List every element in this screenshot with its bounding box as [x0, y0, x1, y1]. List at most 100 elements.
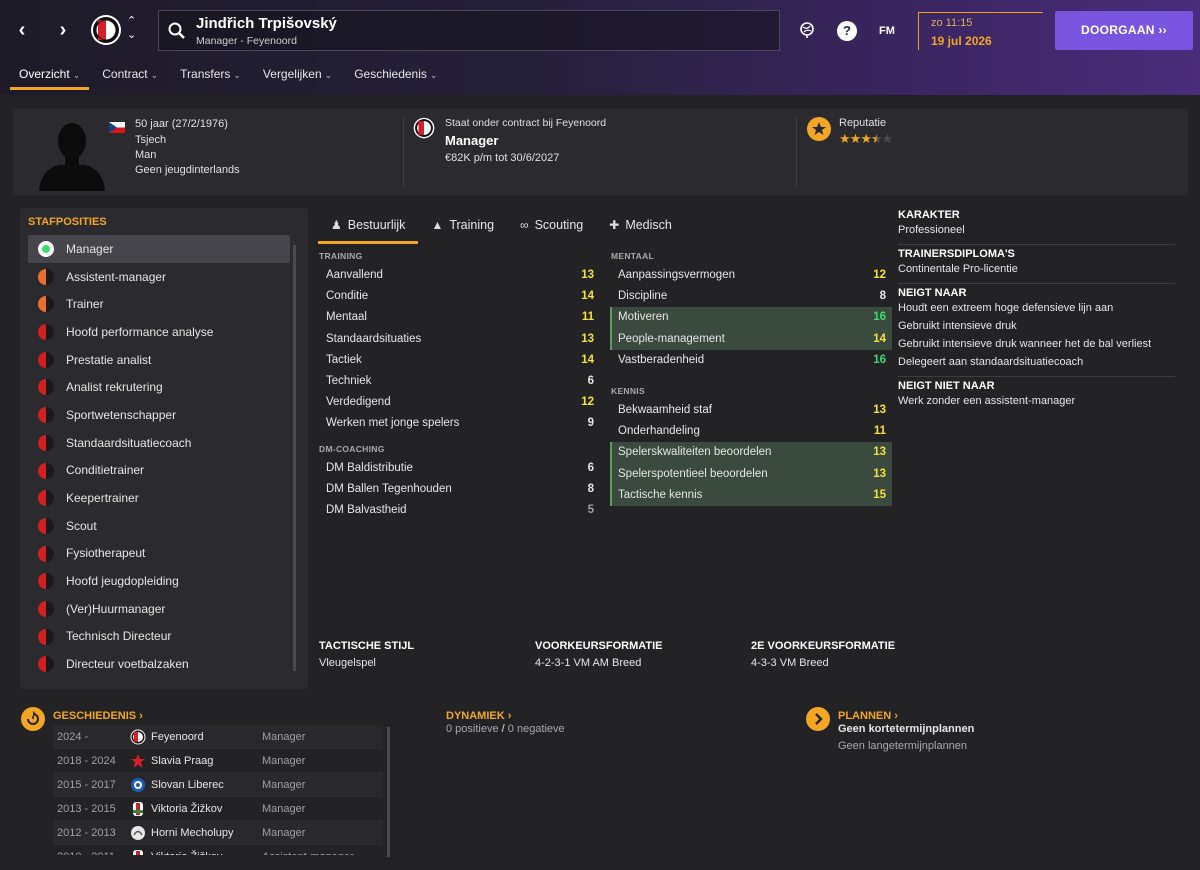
attribute-row[interactable]: Aanpassingsvermogen 12	[610, 265, 892, 286]
tab-vergelijken[interactable]: Vergelijken ⌄	[254, 64, 341, 90]
staff-position-item[interactable]: Manager	[28, 235, 290, 263]
staff-position-item[interactable]: Scout	[28, 512, 290, 540]
staff-position-label: Sportwetenschapper	[66, 407, 177, 422]
attribute-row[interactable]: Tactische kennis 15	[610, 484, 892, 506]
history-club[interactable]: Slovan Liberec	[151, 779, 262, 791]
reputation-star-icon: ★	[860, 131, 872, 146]
chevron-down-icon[interactable]: ⌄	[127, 28, 136, 41]
tab-geschiedenis[interactable]: Geschiedenis ⌄	[345, 64, 446, 90]
attribute-row[interactable]: Vastberadenheid 16	[610, 350, 892, 371]
staff-position-item[interactable]: (Ver)Huurmanager	[28, 595, 290, 623]
attribute-row[interactable]: Standaardsituaties 13	[318, 329, 600, 350]
history-row[interactable]: 2010 - 2011 Viktoria ŽižkovAssistent-mana…	[53, 845, 383, 855]
attribute-label: People-management	[618, 332, 725, 345]
attribute-value: 13	[873, 404, 886, 416]
tab-transfers[interactable]: Transfers ⌄	[171, 64, 250, 90]
history-club[interactable]: Slavia Praag	[151, 755, 262, 767]
dynamics-link[interactable]: DYNAMIEK ›	[446, 710, 511, 722]
attribute-row[interactable]: Techniek 6	[318, 371, 600, 392]
staff-position-label: Conditietrainer	[66, 463, 145, 478]
attribute-row[interactable]: Werken met jonge spelers 9	[318, 413, 600, 434]
diploma-title: TRAINERSDIPLOMA'S	[898, 248, 1015, 260]
staff-position-item[interactable]: Sportwetenschapper	[28, 401, 290, 429]
person-icon: ♟	[331, 218, 342, 232]
avatar	[39, 123, 105, 191]
attribute-row[interactable]: Motiveren 16	[610, 307, 892, 329]
attribute-row[interactable]: People-management 14	[610, 328, 892, 350]
tab-training[interactable]: ▲ Training	[418, 212, 507, 244]
chevron-up-icon[interactable]: ⌃	[127, 14, 136, 27]
history-row[interactable]: 2018 - 2024 Slavia Praag Manager	[53, 749, 383, 773]
back-arrow-icon[interactable]: ‹	[10, 18, 34, 42]
history-club[interactable]: Viktoria Žižkov	[151, 851, 262, 856]
attribute-row[interactable]: DM Balvastheid 5	[318, 500, 600, 521]
nationality: Tsjech	[135, 134, 167, 146]
tab-contract[interactable]: Contract ⌄	[93, 64, 167, 90]
history-link[interactable]: GESCHIEDENIS ›	[53, 710, 143, 722]
fm-logo[interactable]: FM	[875, 21, 899, 41]
attribute-row[interactable]: Verdedigend 12	[318, 392, 600, 413]
continue-button[interactable]: DOORGAAN ››	[1055, 11, 1193, 50]
star-icon	[807, 117, 831, 141]
forward-arrow-icon[interactable]: ›	[51, 18, 75, 42]
staff-list-scrollbar[interactable]	[293, 245, 296, 671]
attribute-row[interactable]: DM Baldistributie 6	[318, 458, 600, 479]
attribute-row[interactable]: Onderhandeling 11	[610, 421, 892, 442]
tab-scouting[interactable]: ∞ Scouting	[507, 212, 596, 244]
staff-position-item[interactable]: Hoofd jeugdopleiding	[28, 567, 290, 595]
chevron-right-icon[interactable]	[806, 707, 830, 731]
dynamics-summary: 0 positieve / 0 negatieve	[446, 723, 565, 735]
history-row[interactable]: 2024 - Feyenoord Manager	[53, 725, 383, 749]
person-search-box[interactable]: Jindřich Trpišovský Manager - Feyenoord	[158, 10, 780, 51]
history-scrollbar[interactable]	[387, 727, 390, 857]
attribute-row[interactable]: Aanvallend 13	[318, 265, 600, 286]
staff-position-item[interactable]: Directeur voetbalzaken	[28, 650, 290, 678]
staff-position-item[interactable]: Technisch Directeur	[28, 623, 290, 651]
staff-positions-title: STAFPOSITIES	[28, 216, 107, 228]
attribute-row[interactable]: Spelerspotentieel beoordelen 13	[610, 463, 892, 485]
staff-position-item[interactable]: Prestatie analist	[28, 346, 290, 374]
attribute-value: 11	[581, 311, 594, 324]
attribute-row[interactable]: DM Ballen Tegenhouden 8	[318, 479, 600, 500]
history-row[interactable]: 2015 - 2017 Slovan Liberec Manager	[53, 773, 383, 797]
tends-title: NEIGT NAAR	[898, 287, 967, 299]
history-club[interactable]: Feyenoord	[151, 731, 262, 743]
tab-bestuurlijk[interactable]: ♟ Bestuurlijk	[318, 212, 419, 244]
history-club[interactable]: Viktoria Žižkov	[151, 803, 262, 815]
attribute-label: DM Baldistributie	[326, 462, 413, 474]
attribute-row[interactable]: Tactiek 14	[318, 350, 600, 371]
attribute-row[interactable]: Mentaal 11	[318, 307, 600, 328]
attribute-row[interactable]: Bekwaamheid staf 13	[610, 400, 892, 421]
staff-position-item[interactable]: Assistent-manager	[28, 263, 290, 291]
history-club[interactable]: Horni Mecholupy	[151, 827, 262, 839]
history-icon[interactable]	[21, 707, 45, 731]
attribute-row[interactable]: Spelerskwaliteiten beoordelen 13	[610, 442, 892, 464]
attribute-label: DM Ballen Tegenhouden	[326, 483, 452, 496]
staff-position-item[interactable]: Standaardsituatiecoach	[28, 429, 290, 457]
attribute-row[interactable]: Conditie 14	[318, 286, 600, 307]
top-bar: ‹ › ⌃ ⌄ Jindřich Trpišovský Manager - Fe…	[0, 0, 1200, 95]
history-role: Assistent-manager	[262, 851, 354, 856]
attribute-row[interactable]: Discipline 8	[610, 286, 892, 307]
staff-position-item[interactable]: Keepertrainer	[28, 484, 290, 512]
attribute-label: Bekwaamheid staf	[618, 404, 712, 416]
suitability-indicator-icon	[38, 296, 54, 313]
staff-position-item[interactable]: Trainer	[28, 290, 290, 318]
history-row[interactable]: 2013 - 2015 Viktoria Žižkov Manager	[53, 797, 383, 821]
globe-icon[interactable]	[797, 21, 817, 41]
dynamics-negative: 0 negatieve	[507, 723, 565, 735]
feyenoord-crest-icon[interactable]	[90, 14, 122, 46]
history-years: 2013 - 2015	[57, 802, 116, 815]
tactical-style: TACTISCHE STIJL Vleugelspel	[319, 640, 414, 669]
plans-link[interactable]: PLANNEN ›	[838, 710, 898, 722]
staff-position-item[interactable]: Conditietrainer	[28, 457, 290, 485]
staff-position-item[interactable]: Hoofd performance analyse	[28, 318, 290, 346]
history-years: 2015 - 2017	[57, 778, 116, 791]
tab-medisch[interactable]: ✚ Medisch	[596, 212, 685, 244]
help-icon[interactable]: ?	[837, 21, 857, 41]
preferred-formation-value: 4-2-3-1 VM AM Breed	[535, 657, 642, 669]
staff-position-item[interactable]: Analist rekrutering	[28, 373, 290, 401]
tab-overzicht[interactable]: Overzicht ⌄	[10, 64, 90, 90]
history-row[interactable]: 2012 - 2013 Horni Mecholupy Manager	[53, 821, 383, 845]
staff-position-item[interactable]: Fysiotherapeut	[28, 540, 290, 568]
